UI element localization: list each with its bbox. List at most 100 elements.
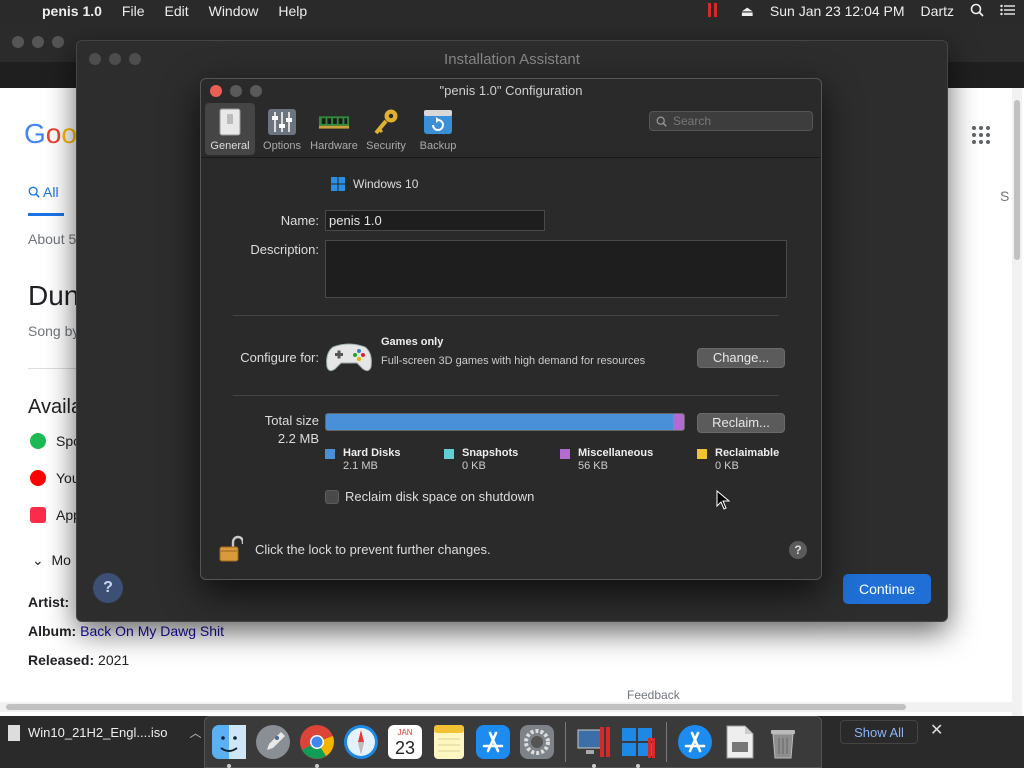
- svg-text:JAN: JAN: [397, 728, 412, 737]
- notes-icon: [434, 725, 464, 759]
- tab-options[interactable]: Options: [257, 103, 307, 155]
- assistant-title: Installation Assistant: [444, 50, 580, 68]
- service-spotify[interactable]: Spo: [30, 433, 81, 449]
- dock-calendar[interactable]: JAN 23: [385, 722, 425, 762]
- dock-preview-document[interactable]: [719, 722, 759, 762]
- security-key-icon: [370, 107, 402, 137]
- parallels-status-icon[interactable]: [692, 2, 733, 20]
- tab-security[interactable]: Security: [361, 103, 411, 155]
- dock-app-store-downloads[interactable]: [675, 722, 715, 762]
- more-toggle[interactable]: ⌄ Mo: [32, 552, 71, 569]
- continue-button[interactable]: Continue: [843, 574, 931, 604]
- dock-finder[interactable]: [209, 722, 249, 768]
- reclaim-on-shutdown-row[interactable]: Reclaim disk space on shutdown: [325, 489, 534, 504]
- dock-app-store[interactable]: [473, 722, 513, 762]
- unlocked-padlock-icon[interactable]: [219, 535, 243, 563]
- results-count: About 5: [28, 231, 77, 247]
- chevron-up-icon[interactable]: ︿: [189, 724, 201, 741]
- dock-notes[interactable]: [429, 722, 469, 762]
- name-label: Name:: [280, 213, 319, 228]
- dock-trash[interactable]: [763, 722, 803, 762]
- dock-divider: [666, 722, 667, 762]
- name-field[interactable]: [325, 210, 545, 231]
- assistant-close-button[interactable]: [89, 53, 101, 65]
- service-youtube[interactable]: You: [30, 470, 80, 486]
- assistant-minimize-button[interactable]: [109, 53, 121, 65]
- google-logo[interactable]: Goo: [24, 118, 77, 150]
- configure-for-label: Configure for:: [240, 350, 319, 365]
- assistant-help-button[interactable]: ?: [93, 573, 123, 603]
- dock: JAN 23: [204, 716, 822, 768]
- windows-logo-icon: [331, 177, 345, 191]
- reclaim-on-shutdown-checkbox[interactable]: [325, 489, 339, 504]
- menu-window[interactable]: Window: [199, 3, 269, 19]
- download-filename: Win10_21H2_Engl....iso: [28, 725, 168, 740]
- config-help-button[interactable]: ?: [789, 541, 807, 559]
- google-tab-all[interactable]: All: [28, 184, 59, 200]
- apple-music-icon: [30, 507, 46, 523]
- menu-file[interactable]: File: [112, 3, 155, 19]
- spotlight-search-icon[interactable]: [962, 3, 992, 20]
- parallels-icon: [577, 727, 610, 757]
- windows-logo-icon: [622, 728, 655, 758]
- show-all-downloads-button[interactable]: Show All: [840, 720, 918, 744]
- album-link[interactable]: Back On My Dawg Shit: [80, 623, 224, 639]
- config-search-field[interactable]: [649, 111, 813, 131]
- menu-user[interactable]: Dartz: [913, 3, 962, 19]
- menu-edit[interactable]: Edit: [154, 3, 198, 19]
- description-field[interactable]: [325, 240, 787, 298]
- control-center-icon[interactable]: [992, 3, 1024, 19]
- chrome-min-dot[interactable]: [32, 36, 44, 48]
- change-profile-button[interactable]: Change...: [697, 348, 785, 368]
- menu-bar: penis 1.0 File Edit Window Help ⏏ Sun Ja…: [0, 0, 1024, 22]
- reclaim-button[interactable]: Reclaim...: [697, 413, 785, 433]
- google-apps-icon[interactable]: [972, 126, 990, 144]
- knowledge-panel-subtitle: Song by: [28, 323, 80, 339]
- general-switch-icon: [214, 107, 246, 137]
- dock-safari[interactable]: [341, 722, 381, 762]
- dock-chrome[interactable]: [297, 722, 337, 768]
- google-tab-partial[interactable]: S: [1000, 188, 1009, 204]
- app-store-icon: [476, 725, 510, 759]
- reclaim-on-shutdown-label: Reclaim disk space on shutdown: [345, 489, 535, 504]
- legend-swatch: [444, 449, 454, 459]
- spotify-icon: [30, 433, 46, 449]
- chrome-icon: [300, 725, 334, 759]
- download-item[interactable]: Win10_21H2_Engl....iso ︿: [8, 724, 202, 741]
- menu-help[interactable]: Help: [268, 3, 317, 19]
- search-input[interactable]: [673, 114, 803, 128]
- toolbar-divider: [201, 157, 821, 158]
- hardware-ram-icon: [318, 107, 350, 137]
- service-apple-music[interactable]: App: [30, 507, 81, 523]
- dock-windows-10[interactable]: [618, 722, 658, 768]
- feedback-link[interactable]: Feedback: [627, 688, 680, 702]
- tab-backup[interactable]: Backup: [413, 103, 463, 155]
- app-store-folder-icon: [678, 725, 712, 759]
- mouse-cursor-icon: [716, 490, 730, 510]
- vertical-scrollbar[interactable]: [1012, 88, 1022, 716]
- svg-text:23: 23: [395, 738, 415, 758]
- gear-icon: [520, 725, 554, 759]
- total-size-value: 2.2 MB: [277, 431, 319, 446]
- dock-launchpad[interactable]: [253, 722, 293, 762]
- chrome-zoom-dot[interactable]: [52, 36, 64, 48]
- youtube-icon: [30, 470, 46, 486]
- chrome-close-dot[interactable]: [12, 36, 24, 48]
- tab-general[interactable]: General: [205, 103, 255, 155]
- dock-parallels[interactable]: [574, 722, 614, 768]
- dock-system-preferences[interactable]: [517, 722, 557, 762]
- menu-app-name[interactable]: penis 1.0: [40, 3, 112, 19]
- available-heading: Availa: [28, 396, 83, 418]
- assistant-titlebar: Installation Assistant: [77, 41, 947, 77]
- menu-clock[interactable]: Sun Jan 23 12:04 PM: [762, 3, 913, 19]
- eject-icon[interactable]: ⏏: [733, 3, 762, 20]
- tab-hardware[interactable]: Hardware: [309, 103, 359, 155]
- horizontal-scrollbar[interactable]: [0, 702, 1012, 712]
- calendar-icon: JAN23: [388, 725, 422, 759]
- legend-snapshots: Snapshots 0 KB: [444, 447, 518, 472]
- close-shelf-button[interactable]: ✕: [930, 720, 943, 740]
- chevron-down-icon: ⌄: [32, 552, 44, 568]
- gamepad-icon: [326, 343, 372, 372]
- search-icon: [656, 116, 667, 127]
- assistant-zoom-button[interactable]: [129, 53, 141, 65]
